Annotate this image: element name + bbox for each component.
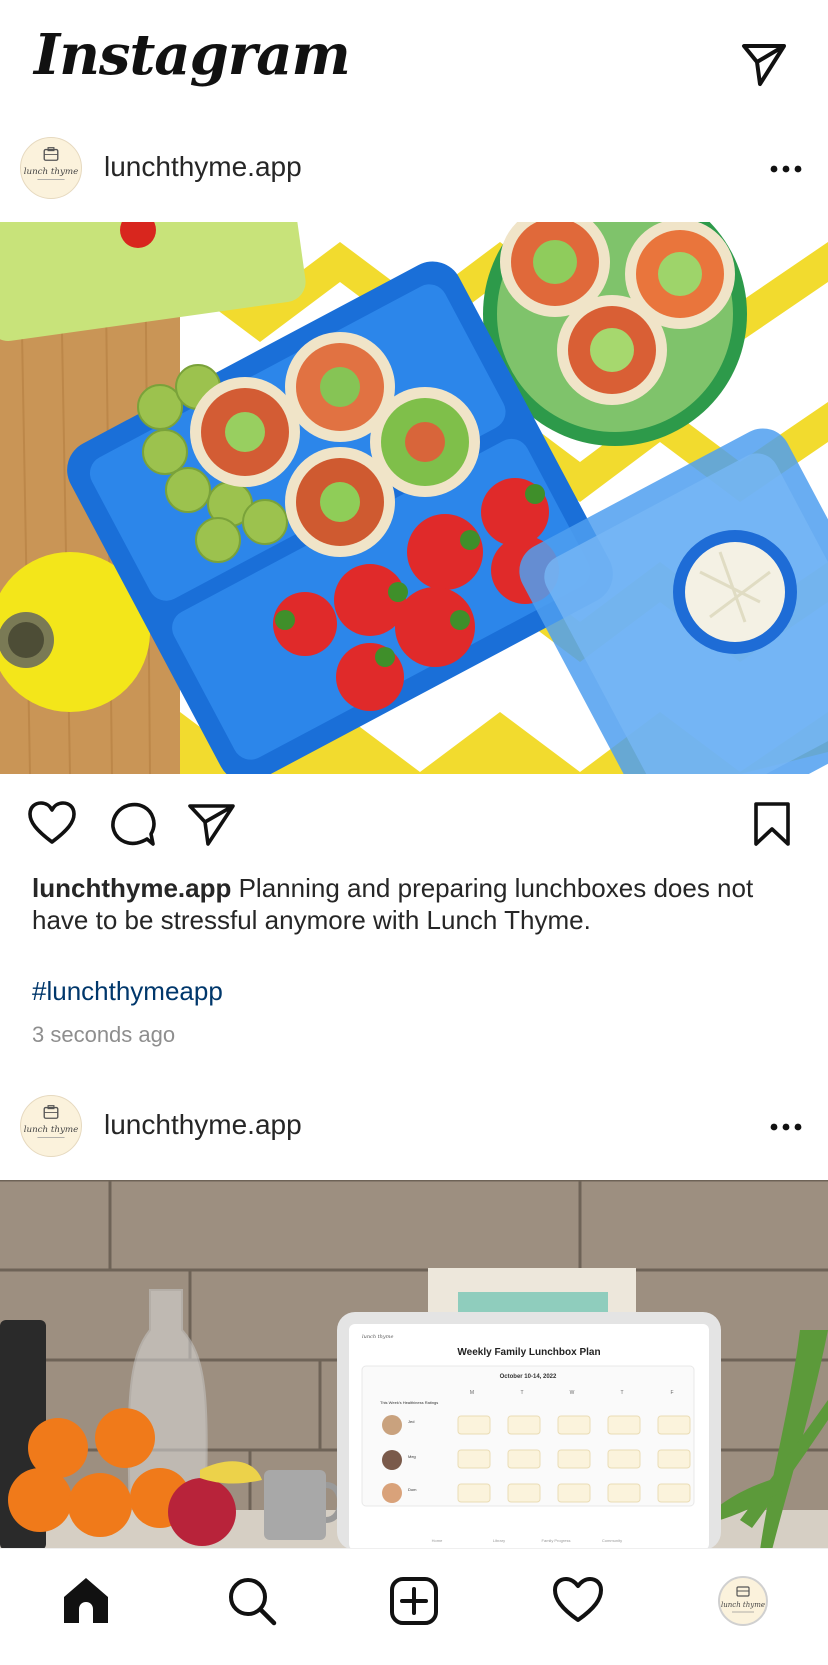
comment-button[interactable] — [106, 798, 158, 850]
more-options-button[interactable] — [766, 1107, 806, 1147]
paper-plane-icon — [188, 804, 235, 846]
tab-activity[interactable] — [550, 1573, 606, 1629]
direct-message-button[interactable] — [738, 38, 790, 90]
svg-text:October 10-14, 2022: October 10-14, 2022 — [500, 1374, 557, 1380]
svg-text:Jed: Jed — [408, 1419, 414, 1424]
tab-new-post[interactable] — [386, 1573, 442, 1629]
tab-home[interactable] — [58, 1573, 114, 1629]
share-button[interactable] — [186, 798, 238, 850]
post-image[interactable]: Weekly Family Lunchbox Plan lunch thyme … — [0, 1180, 828, 1550]
svg-text:Dom: Dom — [408, 1487, 417, 1492]
svg-text:T: T — [620, 1390, 623, 1396]
instagram-logo[interactable]: Instagram — [34, 22, 351, 88]
avatar[interactable]: lunch thyme — [20, 1095, 82, 1157]
search-icon — [229, 1578, 277, 1626]
home-icon — [64, 1578, 108, 1623]
svg-text:lunch thyme: lunch thyme — [721, 1601, 765, 1609]
more-dots-icon — [770, 1123, 802, 1131]
profile-avatar: lunch thyme — [721, 1586, 765, 1613]
lunchthyme-logo-icon: lunch thyme — [24, 147, 79, 180]
lunchbox-photo — [0, 222, 828, 774]
save-button[interactable] — [746, 798, 798, 850]
post-image[interactable] — [0, 222, 828, 774]
bottom-tab-bar: lunch thyme — [0, 1548, 828, 1665]
svg-text:T: T — [520, 1390, 523, 1396]
activity-heart-icon — [553, 1577, 603, 1622]
like-button[interactable] — [26, 798, 78, 850]
svg-text:Community: Community — [602, 1538, 622, 1543]
kitchen-tablet-photo: Weekly Family Lunchbox Plan lunch thyme … — [0, 1180, 828, 1550]
caption-username[interactable]: lunchthyme.app — [32, 873, 231, 903]
tab-search[interactable] — [224, 1573, 280, 1629]
top-bar: Instagram — [0, 0, 828, 118]
svg-text:Library: Library — [493, 1538, 505, 1543]
svg-text:This Week's Healthiness Rating: This Week's Healthiness Ratings — [380, 1400, 438, 1405]
post-header: lunch thyme lunchthyme.app — [0, 1075, 828, 1179]
svg-text:Family Progress: Family Progress — [542, 1538, 571, 1543]
svg-text:Home: Home — [432, 1538, 443, 1543]
post-header: lunch thyme lunchthyme.app — [0, 117, 828, 221]
new-post-icon — [390, 1577, 438, 1625]
bookmark-icon — [754, 802, 790, 846]
svg-text:M: M — [470, 1390, 474, 1396]
tab-profile[interactable]: lunch thyme — [718, 1576, 768, 1626]
hashtag-link[interactable]: #lunchthymeapp — [32, 976, 223, 1007]
more-options-button[interactable] — [766, 149, 806, 189]
lunchthyme-logo-icon: lunch thyme — [24, 1105, 79, 1138]
avatar[interactable]: lunch thyme — [20, 137, 82, 199]
svg-text:W: W — [570, 1390, 575, 1396]
post-caption: lunchthyme.app Planning and preparing lu… — [32, 872, 802, 936]
post-actions — [0, 774, 828, 874]
paper-plane-icon — [742, 44, 786, 86]
svg-text:F: F — [670, 1390, 673, 1396]
more-dots-icon — [770, 165, 802, 173]
svg-text:lunch thyme: lunch thyme — [24, 167, 79, 177]
svg-text:Weekly Family Lunchbox Plan: Weekly Family Lunchbox Plan — [457, 1347, 600, 1358]
svg-text:Meg: Meg — [408, 1454, 416, 1459]
post-timestamp: 3 seconds ago — [32, 1022, 176, 1047]
svg-text:lunch thyme: lunch thyme — [362, 1334, 393, 1340]
post-username[interactable]: lunchthyme.app — [104, 1109, 302, 1141]
post-username[interactable]: lunchthyme.app — [104, 151, 302, 183]
comment-bubble-icon — [111, 802, 156, 846]
heart-icon — [28, 801, 76, 844]
svg-text:lunch thyme: lunch thyme — [24, 1125, 79, 1135]
